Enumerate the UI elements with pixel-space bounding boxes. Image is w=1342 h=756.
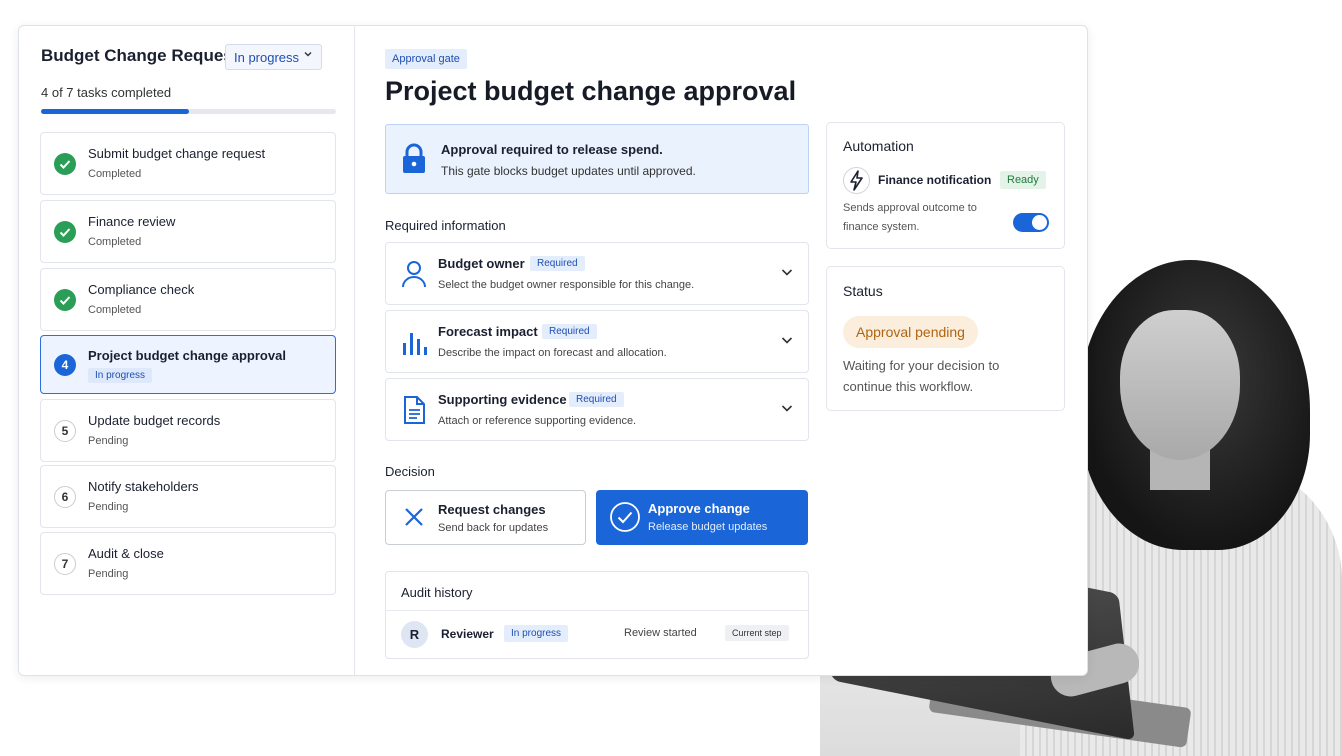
approval-pending-badge: Approval pending [843,316,978,348]
progress-fill [41,109,189,114]
automation-title: Automation [843,138,914,154]
automation-panel: Automation Finance notification Ready Se… [826,122,1065,249]
task-item[interactable]: Submit budget change request Completed [40,132,336,195]
task-item[interactable]: 6 Notify stakeholders Pending [40,465,336,528]
chevron-down-icon[interactable] [780,265,794,284]
button-title: Request changes [438,502,546,517]
sidebar-title: Budget Change Request [41,46,239,65]
button-title: Approve change [648,501,750,516]
required-badge: Required [569,392,624,407]
close-icon [399,502,429,537]
item-title: Supporting evidence [438,392,567,407]
current-step-tag: Current step [725,625,789,641]
alert-title: Approval required to release spend. [441,142,663,157]
task-status: Completed [88,168,142,180]
person-icon [400,259,428,294]
task-item[interactable]: Finance review Completed [40,200,336,263]
step-number: 7 [54,553,76,575]
bar-chart-icon [400,327,428,362]
ready-badge: Ready [1000,171,1046,189]
task-status: Pending [88,435,129,447]
chevron-down-icon[interactable] [780,401,794,420]
task-title: Project budget change approval [88,348,286,363]
required-info-label: Required information [385,218,506,233]
lightning-icon [843,167,870,194]
alert-subtitle: This gate blocks budget updates until ap… [441,164,696,178]
audit-user-name: Reviewer [441,627,494,641]
lock-icon [401,143,427,180]
task-status: Completed [88,236,142,248]
required-badge: Required [530,256,585,271]
task-status-badge: In progress [88,368,153,383]
status-dropdown[interactable]: In progress [225,44,322,70]
automation-toggle[interactable] [1013,213,1049,232]
task-status: Completed [88,304,142,316]
chevron-down-icon [303,49,313,62]
item-description: Attach or reference supporting evidence. [438,415,637,427]
step-number: 6 [54,486,76,508]
task-status: Pending [88,568,129,580]
check-icon [54,153,76,175]
check-circle-icon [609,501,641,538]
task-item[interactable]: Compliance check Completed [40,268,336,331]
check-icon [54,289,76,311]
workflow-card: Budget Change Request In progress 4 of 7… [18,25,1088,676]
task-title: Finance review [88,214,176,229]
required-badge: Required [542,324,597,339]
automation-description: Sends approval outcome to finance system… [843,202,977,233]
task-title: Notify stakeholders [88,479,199,494]
request-changes-button[interactable]: Request changes Send back for updates [385,490,586,545]
approval-alert: Approval required to release spend. This… [385,124,809,194]
item-title: Budget owner [438,256,525,271]
approve-change-button[interactable]: Approve change Release budget updates [596,490,808,545]
approval-gate-chip: Approval gate [385,49,467,69]
status-description: Waiting for your decision to continue th… [843,358,1000,394]
required-item-supporting-evidence[interactable]: Supporting evidence Required Attach or r… [385,378,809,441]
status-panel: Status Approval pending Waiting for your… [826,266,1065,411]
document-icon [400,395,428,430]
audit-history: Audit history R Reviewer In progress Rev… [385,571,809,659]
task-item-current[interactable]: 4 Project budget change approval In prog… [40,335,336,394]
chevron-down-icon[interactable] [780,333,794,352]
button-subtitle: Release budget updates [648,521,768,533]
item-title: Forecast impact [438,324,538,339]
task-title: Update budget records [88,413,221,428]
audit-status-badge: In progress [504,625,569,642]
step-number: 5 [54,420,76,442]
automation-name: Finance notification [878,173,992,187]
audit-title: Audit history [401,585,473,600]
required-item-budget-owner[interactable]: Budget owner Required Select the budget … [385,242,809,305]
item-description: Select the budget owner responsible for … [438,279,695,291]
page-title: Project budget change approval [385,76,797,106]
task-status: Pending [88,501,129,513]
progress-bar [41,109,336,114]
task-title: Submit budget change request [88,146,266,161]
avatar: R [401,621,428,648]
task-sidebar: Budget Change Request In progress 4 of 7… [19,26,355,675]
task-title: Compliance check [88,282,195,297]
decision-label: Decision [385,464,435,479]
progress-text: 4 of 7 tasks completed [41,85,172,100]
task-item[interactable]: 7 Audit & close Pending [40,532,336,595]
check-icon [54,221,76,243]
status-dropdown-value: In progress [234,50,300,65]
required-item-forecast-impact[interactable]: Forecast impact Required Describe the im… [385,310,809,373]
audit-event: Review started [624,627,697,639]
item-description: Describe the impact on forecast and allo… [438,347,667,359]
task-item[interactable]: 5 Update budget records Pending [40,399,336,462]
task-title: Audit & close [88,546,164,561]
step-number: 4 [54,354,76,376]
divider [386,610,808,611]
button-subtitle: Send back for updates [438,522,549,534]
status-title: Status [843,283,883,299]
